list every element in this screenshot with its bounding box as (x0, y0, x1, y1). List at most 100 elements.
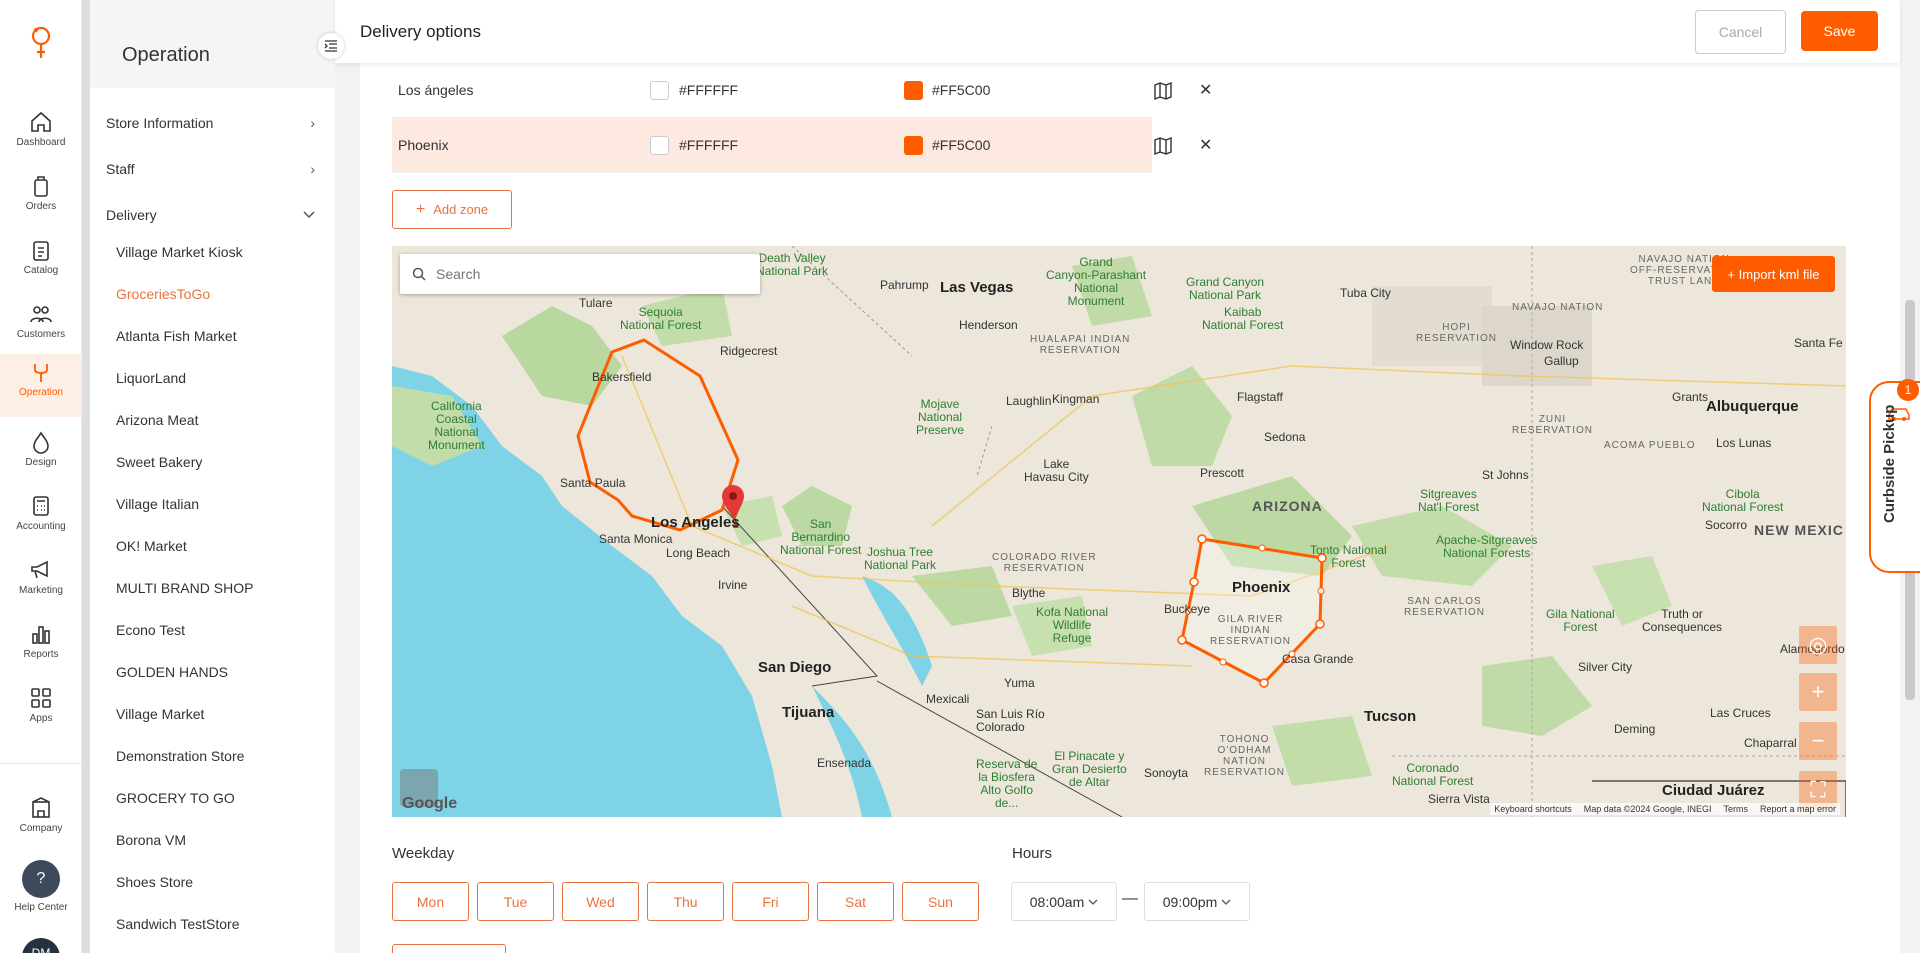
map-label: San Luis Río Colorado (976, 707, 1045, 734)
map-search-box[interactable] (400, 254, 760, 294)
map-label: Irvine (718, 578, 748, 592)
report-error-link[interactable]: Report a map error (1760, 804, 1836, 814)
zone-row-selected[interactable]: Phoenix #FFFFFF #FF5C00 (392, 118, 1152, 173)
nav-catalog[interactable]: Catalog (0, 232, 82, 292)
map-icon[interactable] (1153, 136, 1173, 156)
nav-help-center[interactable]: ? Help Center (0, 860, 82, 920)
import-kml-button[interactable]: + Import kml file (1712, 256, 1835, 292)
icon-rail: Dashboard Orders Catalog Customers Opera… (0, 0, 82, 953)
store-item[interactable]: MULTI BRAND SHOP (116, 567, 321, 609)
open-time-select[interactable]: 08:00am (1011, 882, 1117, 921)
fill-color-swatch[interactable] (650, 135, 669, 155)
day-mon-button[interactable]: Mon (392, 882, 469, 921)
my-location-button[interactable]: ◎ (1799, 626, 1837, 664)
day-sat-button[interactable]: Sat (817, 882, 894, 921)
nav-customers[interactable]: Customers (0, 296, 82, 356)
map-label: Sitgreaves Nat'l Forest (1418, 487, 1479, 514)
map-label: Tonto National Forest (1310, 543, 1387, 570)
map-label: Kingman (1052, 392, 1100, 406)
curbside-pickup-tab[interactable]: 1 Curbside Pickup (1869, 379, 1920, 573)
drop-icon (33, 431, 49, 454)
store-item[interactable]: Shoes Store (116, 861, 321, 903)
map-label: Window Rock (1510, 338, 1584, 352)
google-logo: Google (402, 795, 458, 812)
map-label: Mojave National Preserve (916, 397, 965, 437)
nav-accounting[interactable]: Accounting (0, 488, 82, 548)
chevron-down-icon (1221, 899, 1231, 905)
menu-staff[interactable]: Staff › (106, 146, 321, 192)
day-fri-button[interactable]: Fri (732, 882, 809, 921)
page-title: Delivery options (360, 22, 481, 41)
nav-operation[interactable]: Operation (0, 354, 82, 417)
store-item[interactable]: Atlanta Fish Market (116, 315, 321, 357)
open-time-value: 08:00am (1029, 893, 1085, 910)
map-label: Grand Canyon-Parashant National Monument (1046, 255, 1147, 308)
nav-marketing[interactable]: Marketing (0, 552, 82, 612)
store-item[interactable]: LiquorLand (116, 357, 321, 399)
page-header: Delivery options Cancel Save (335, 0, 1900, 63)
map-icon[interactable] (1153, 81, 1173, 101)
day-thu-button[interactable]: Thu (647, 882, 724, 921)
home-icon (31, 111, 51, 132)
terms-link[interactable]: Terms (1723, 804, 1748, 814)
nav-company[interactable]: Company (0, 790, 82, 850)
nav-dashboard[interactable]: Dashboard (0, 104, 82, 164)
store-item[interactable]: Village Market (116, 693, 321, 735)
time-separator: — (1122, 890, 1138, 907)
nav-design[interactable]: Design (0, 424, 82, 484)
save-button[interactable]: Save (1801, 11, 1878, 51)
store-item[interactable]: Arizona Meat (116, 399, 321, 441)
menu-staff-label: Staff (106, 161, 135, 177)
fill-color-swatch[interactable] (650, 80, 669, 100)
store-item[interactable]: Sweet Bakery (116, 441, 321, 483)
store-item[interactable]: Borona VM (116, 819, 321, 861)
day-wed-button[interactable]: Wed (562, 882, 639, 921)
map-label: El Pinacate y Gran Desierto de Altar (1052, 749, 1127, 789)
store-item[interactable]: Demonstration Store (116, 735, 321, 777)
store-item[interactable]: GOLDEN HANDS (116, 651, 321, 693)
store-item[interactable]: Village Market Kiosk (116, 231, 321, 273)
nav-apps[interactable]: Apps (0, 680, 82, 740)
map-view[interactable]: Las Vegas Henderson Pahrump Los Angeles … (392, 246, 1846, 817)
store-item[interactable]: GROCERY TO GO (116, 777, 321, 819)
collapse-sidebar-button[interactable] (318, 33, 344, 59)
map-label: Sequoia National Forest (620, 305, 702, 332)
close-time-select[interactable]: 09:00pm (1144, 882, 1250, 921)
stroke-color-swatch[interactable] (904, 135, 923, 155)
avatar[interactable]: DM (22, 938, 60, 953)
store-item-active[interactable]: GroceriesToGo (116, 273, 321, 315)
nav-orders[interactable]: Orders (0, 168, 82, 228)
map-label: Long Beach (666, 546, 731, 560)
close-icon[interactable]: ✕ (1199, 135, 1212, 155)
nav-design-label: Design (25, 457, 57, 468)
cancel-button[interactable]: Cancel (1695, 10, 1786, 54)
day-tue-button[interactable]: Tue (477, 882, 554, 921)
add-zone-label: Add zone (433, 202, 489, 217)
store-item[interactable]: Econo Test (116, 609, 321, 651)
nav-reports[interactable]: Reports (0, 616, 82, 676)
store-item[interactable]: Village Italian (116, 483, 321, 525)
map-search-input[interactable] (436, 266, 736, 282)
zone-row[interactable]: Los ángeles #FFFFFF #FF5C00 (392, 63, 1152, 118)
keyboard-shortcuts-link[interactable]: Keyboard shortcuts (1494, 804, 1572, 814)
map-label: HOPI RESERVATION (1416, 322, 1498, 344)
close-time-value: 09:00pm (1162, 893, 1218, 910)
map-label: ZUNI RESERVATION (1512, 414, 1594, 436)
stroke-color-swatch[interactable] (904, 80, 923, 100)
store-item[interactable]: OK! Market (116, 525, 321, 567)
add-schedule-button[interactable] (392, 944, 506, 953)
store-item[interactable]: Sandwich TestStore (116, 903, 321, 945)
zoom-in-button[interactable]: + (1799, 673, 1837, 711)
day-sun-button[interactable]: Sun (902, 882, 979, 921)
brand-logo-icon[interactable] (28, 22, 54, 62)
curbside-count-badge: 1 (1897, 379, 1919, 401)
map-label: Santa Monica (599, 532, 673, 546)
add-zone-button[interactable]: + Add zone (392, 190, 512, 229)
fill-color-value: #FFFFFF (679, 82, 739, 98)
close-icon[interactable]: ✕ (1199, 80, 1212, 100)
map-label: Sierra Vista (1428, 792, 1490, 806)
bag-icon (34, 176, 48, 197)
menu-store-information[interactable]: Store Information › (106, 100, 321, 146)
hours-label: Hours (1012, 845, 1053, 862)
zoom-out-button[interactable]: − (1799, 722, 1837, 760)
